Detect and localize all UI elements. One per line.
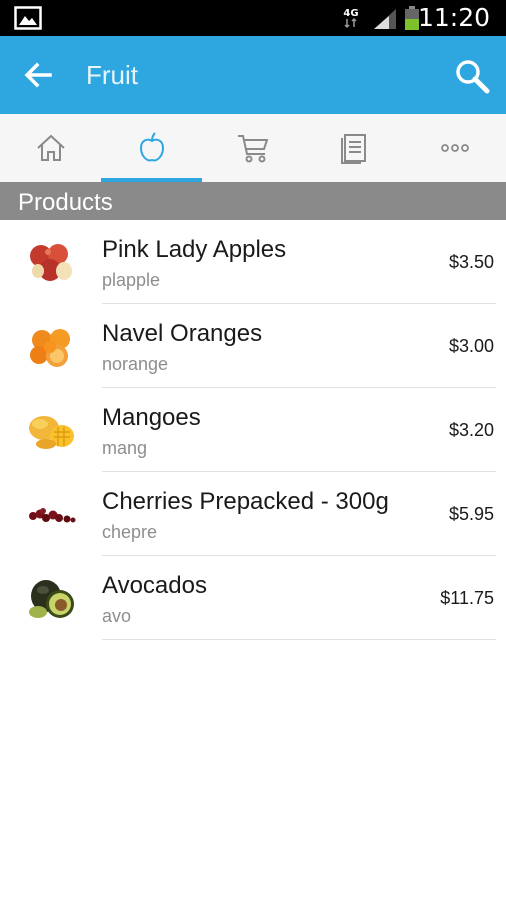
tab-cart[interactable] [202,114,303,182]
product-price: $5.95 [448,504,494,524]
list-item[interactable]: Mangoes mang $3.20 [0,388,506,472]
divider [102,639,496,640]
apple-icon [139,132,164,162]
section-header: Products [0,182,506,220]
home-icon [36,134,65,161]
cart-icon [237,135,268,163]
product-code: chepre [102,522,158,542]
tab-bar [0,114,506,183]
avocados-image [29,580,74,618]
mangoes-image [29,416,74,449]
search-icon[interactable] [452,56,492,96]
tab-documents[interactable] [303,114,404,182]
product-name: Navel Oranges [102,320,263,347]
back-arrow-icon[interactable] [22,60,54,90]
gallery-icon [14,6,42,30]
product-name: Pink Lady Apples [102,236,287,263]
network-type-label: 4G [343,8,358,19]
product-code: avo [102,606,132,626]
signal-icon [374,9,396,29]
product-name: Cherries Prepacked - 300g [102,488,389,515]
tab-home[interactable] [0,114,101,182]
oranges-image [30,329,70,367]
more-icon [440,144,469,152]
product-code: norange [102,354,169,374]
product-price: $3.20 [448,420,494,440]
tab-more[interactable] [404,114,505,182]
network-type-icon: 4G [343,8,359,29]
status-bar: 4G 11:20 [0,0,506,36]
status-time: 11:20 [417,3,490,32]
cherries-image [29,508,76,523]
apples-image [30,244,72,281]
product-code: plapple [102,270,161,290]
page-title: Fruit [86,60,138,90]
app-bar: Fruit [0,36,506,114]
product-price: $3.50 [448,252,494,272]
product-code: mang [102,438,148,458]
product-list: Pink Lady Apples plapple $3.50 Navel Ora… [0,220,506,640]
tab-products[interactable] [101,114,202,182]
list-item[interactable]: Cherries Prepacked - 300g chepre $5.95 [0,472,506,556]
product-price: $11.75 [440,588,494,608]
list-item[interactable]: Pink Lady Apples plapple $3.50 [0,220,506,304]
product-name: Mangoes [102,404,201,431]
list-item[interactable]: Navel Oranges norange $3.00 [0,304,506,388]
section-title: Products [18,189,113,216]
list-item[interactable]: Avocados avo $11.75 [0,556,506,640]
product-price: $3.00 [448,336,494,356]
product-name: Avocados [102,572,207,599]
document-icon [340,134,366,164]
